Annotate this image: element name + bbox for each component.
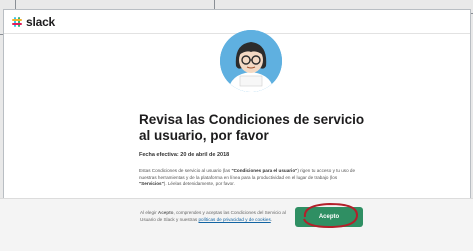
effective-date: Fecha efectiva: 20 de abril de 2018 [139, 152, 230, 158]
slack-logo: slack [12, 15, 55, 29]
consent-footer [0, 198, 473, 251]
terms-body-text: Estas Condiciones de servicio al usuario… [139, 168, 356, 186]
highlight-circle-annotation [303, 202, 359, 229]
app-name: slack [26, 14, 56, 29]
privacy-policy-link[interactable]: políticas de privacidad y de cookies [198, 217, 270, 222]
slack-hash-icon [12, 16, 22, 27]
top-bar: slack [4, 10, 470, 34]
avatar-illustration-icon [220, 30, 282, 92]
consent-text: Al elegir Acepto, comprendes y aceptas l… [140, 210, 286, 222]
page-title: Revisa las Condiciones de servicio al us… [139, 112, 365, 143]
